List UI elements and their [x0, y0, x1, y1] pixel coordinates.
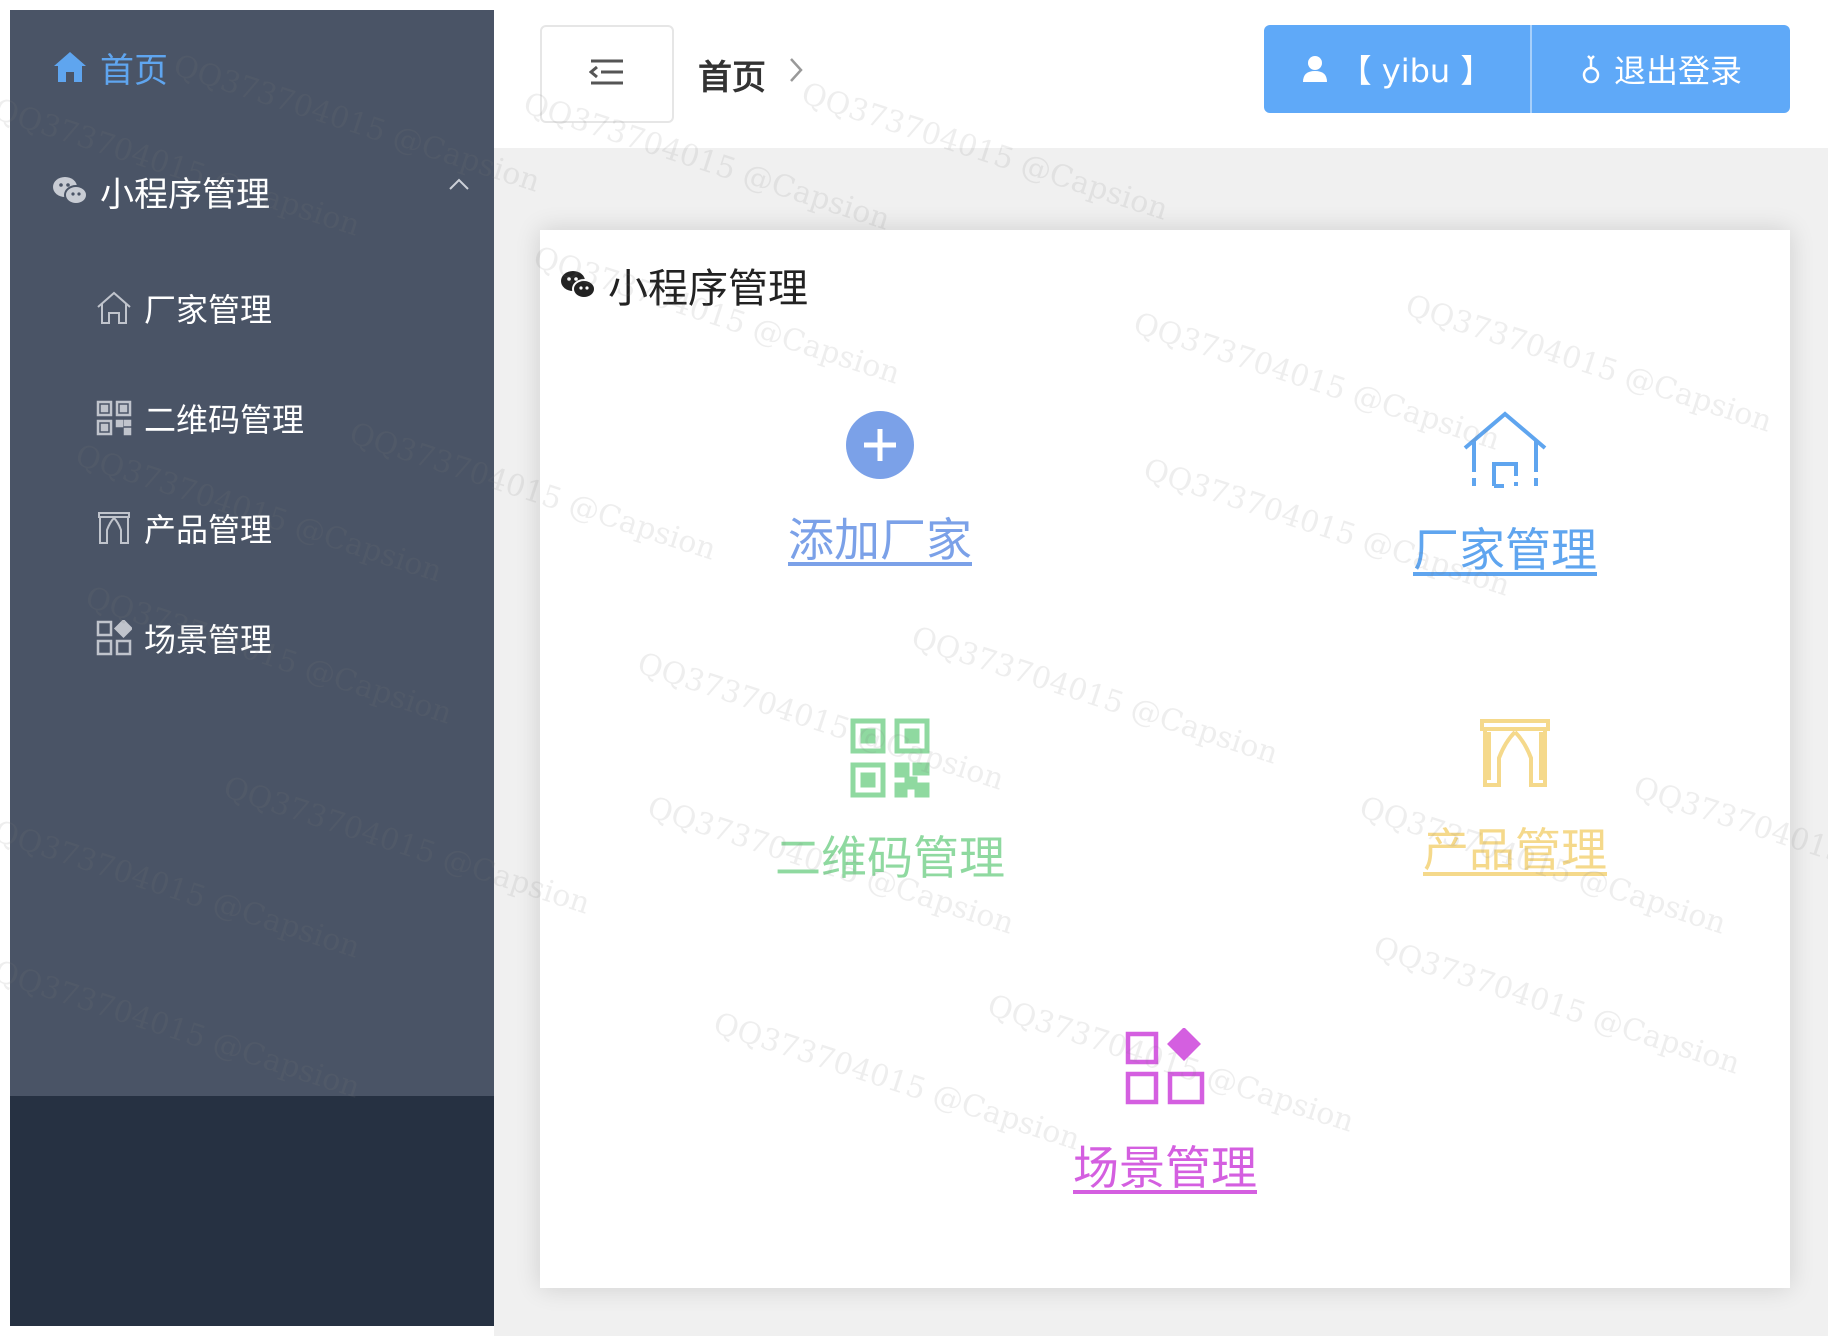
user-button[interactable]: 【 yibu 】	[1264, 25, 1532, 113]
card-title: 小程序管理	[560, 256, 808, 314]
menu-toggle-button[interactable]	[540, 25, 674, 123]
tile-scene-management[interactable]: 场景管理	[1015, 1028, 1315, 1198]
tile-label[interactable]: 产品管理	[1423, 814, 1607, 880]
tile-product-management[interactable]: 产品管理	[1365, 718, 1665, 880]
sidebar-item-label: 场景管理	[144, 621, 273, 659]
plus-circle-icon	[846, 411, 914, 479]
tile-label[interactable]: 二维码管理	[775, 822, 1005, 888]
tile-label[interactable]: 添加厂家	[788, 504, 972, 570]
curtain-icon	[94, 508, 134, 548]
card-title-text: 小程序管理	[608, 266, 808, 312]
username-label: 【 yibu 】	[1339, 52, 1493, 90]
sidebar-item-qrcode[interactable]: 二维码管理	[94, 393, 304, 443]
sidebar-item-manufacturer[interactable]: 厂家管理	[94, 283, 272, 333]
content-card: 小程序管理 添加厂家 厂家管理 二维码管理 产品管理 场景管理	[540, 230, 1790, 1288]
wechat-icon	[50, 171, 90, 211]
sidebar-footer	[10, 1096, 494, 1326]
home-icon	[50, 47, 90, 87]
sidebar-item-label: 首页	[100, 50, 168, 91]
apps-icon	[1125, 1028, 1205, 1105]
logout-button[interactable]: 退出登录	[1532, 25, 1790, 113]
sidebar-item-label: 产品管理	[144, 511, 273, 549]
house-outline-icon	[1463, 411, 1547, 488]
sidebar-group-miniprogram[interactable]: 小程序管理	[50, 166, 470, 216]
sidebar-item-label: 厂家管理	[144, 291, 273, 329]
qrcode-icon	[94, 398, 134, 438]
logout-icon	[1582, 55, 1600, 84]
curtain-icon	[1480, 719, 1550, 787]
wechat-icon	[561, 271, 596, 299]
sidebar-item-label: 二维码管理	[144, 401, 305, 439]
menu-fold-icon	[588, 58, 625, 90]
apps-icon	[94, 618, 134, 658]
tile-label[interactable]: 场景管理	[1073, 1132, 1257, 1198]
sidebar-item-home[interactable]: 首页	[50, 42, 168, 92]
chevron-right-icon	[788, 56, 804, 88]
sidebar-item-product[interactable]: 产品管理	[94, 503, 272, 553]
user-actions: 【 yibu 】 退出登录	[1264, 25, 1790, 113]
tile-label[interactable]: 厂家管理	[1413, 514, 1597, 580]
chevron-up-icon[interactable]	[448, 176, 470, 195]
house-outline-icon	[94, 288, 134, 328]
window-top-border	[0, 0, 1828, 10]
qrcode-icon	[850, 718, 930, 798]
tile-manufacturer-management[interactable]: 厂家管理	[1355, 410, 1655, 580]
breadcrumb-home[interactable]: 首页	[698, 50, 766, 99]
user-icon	[1302, 56, 1327, 82]
logout-label: 退出登录	[1613, 52, 1742, 90]
tile-qrcode-management[interactable]: 二维码管理	[730, 718, 1050, 888]
sidebar-group-label: 小程序管理	[100, 174, 270, 215]
sidebar-item-scene[interactable]: 场景管理	[94, 613, 272, 663]
tile-add-manufacturer[interactable]: 添加厂家	[730, 410, 1030, 570]
